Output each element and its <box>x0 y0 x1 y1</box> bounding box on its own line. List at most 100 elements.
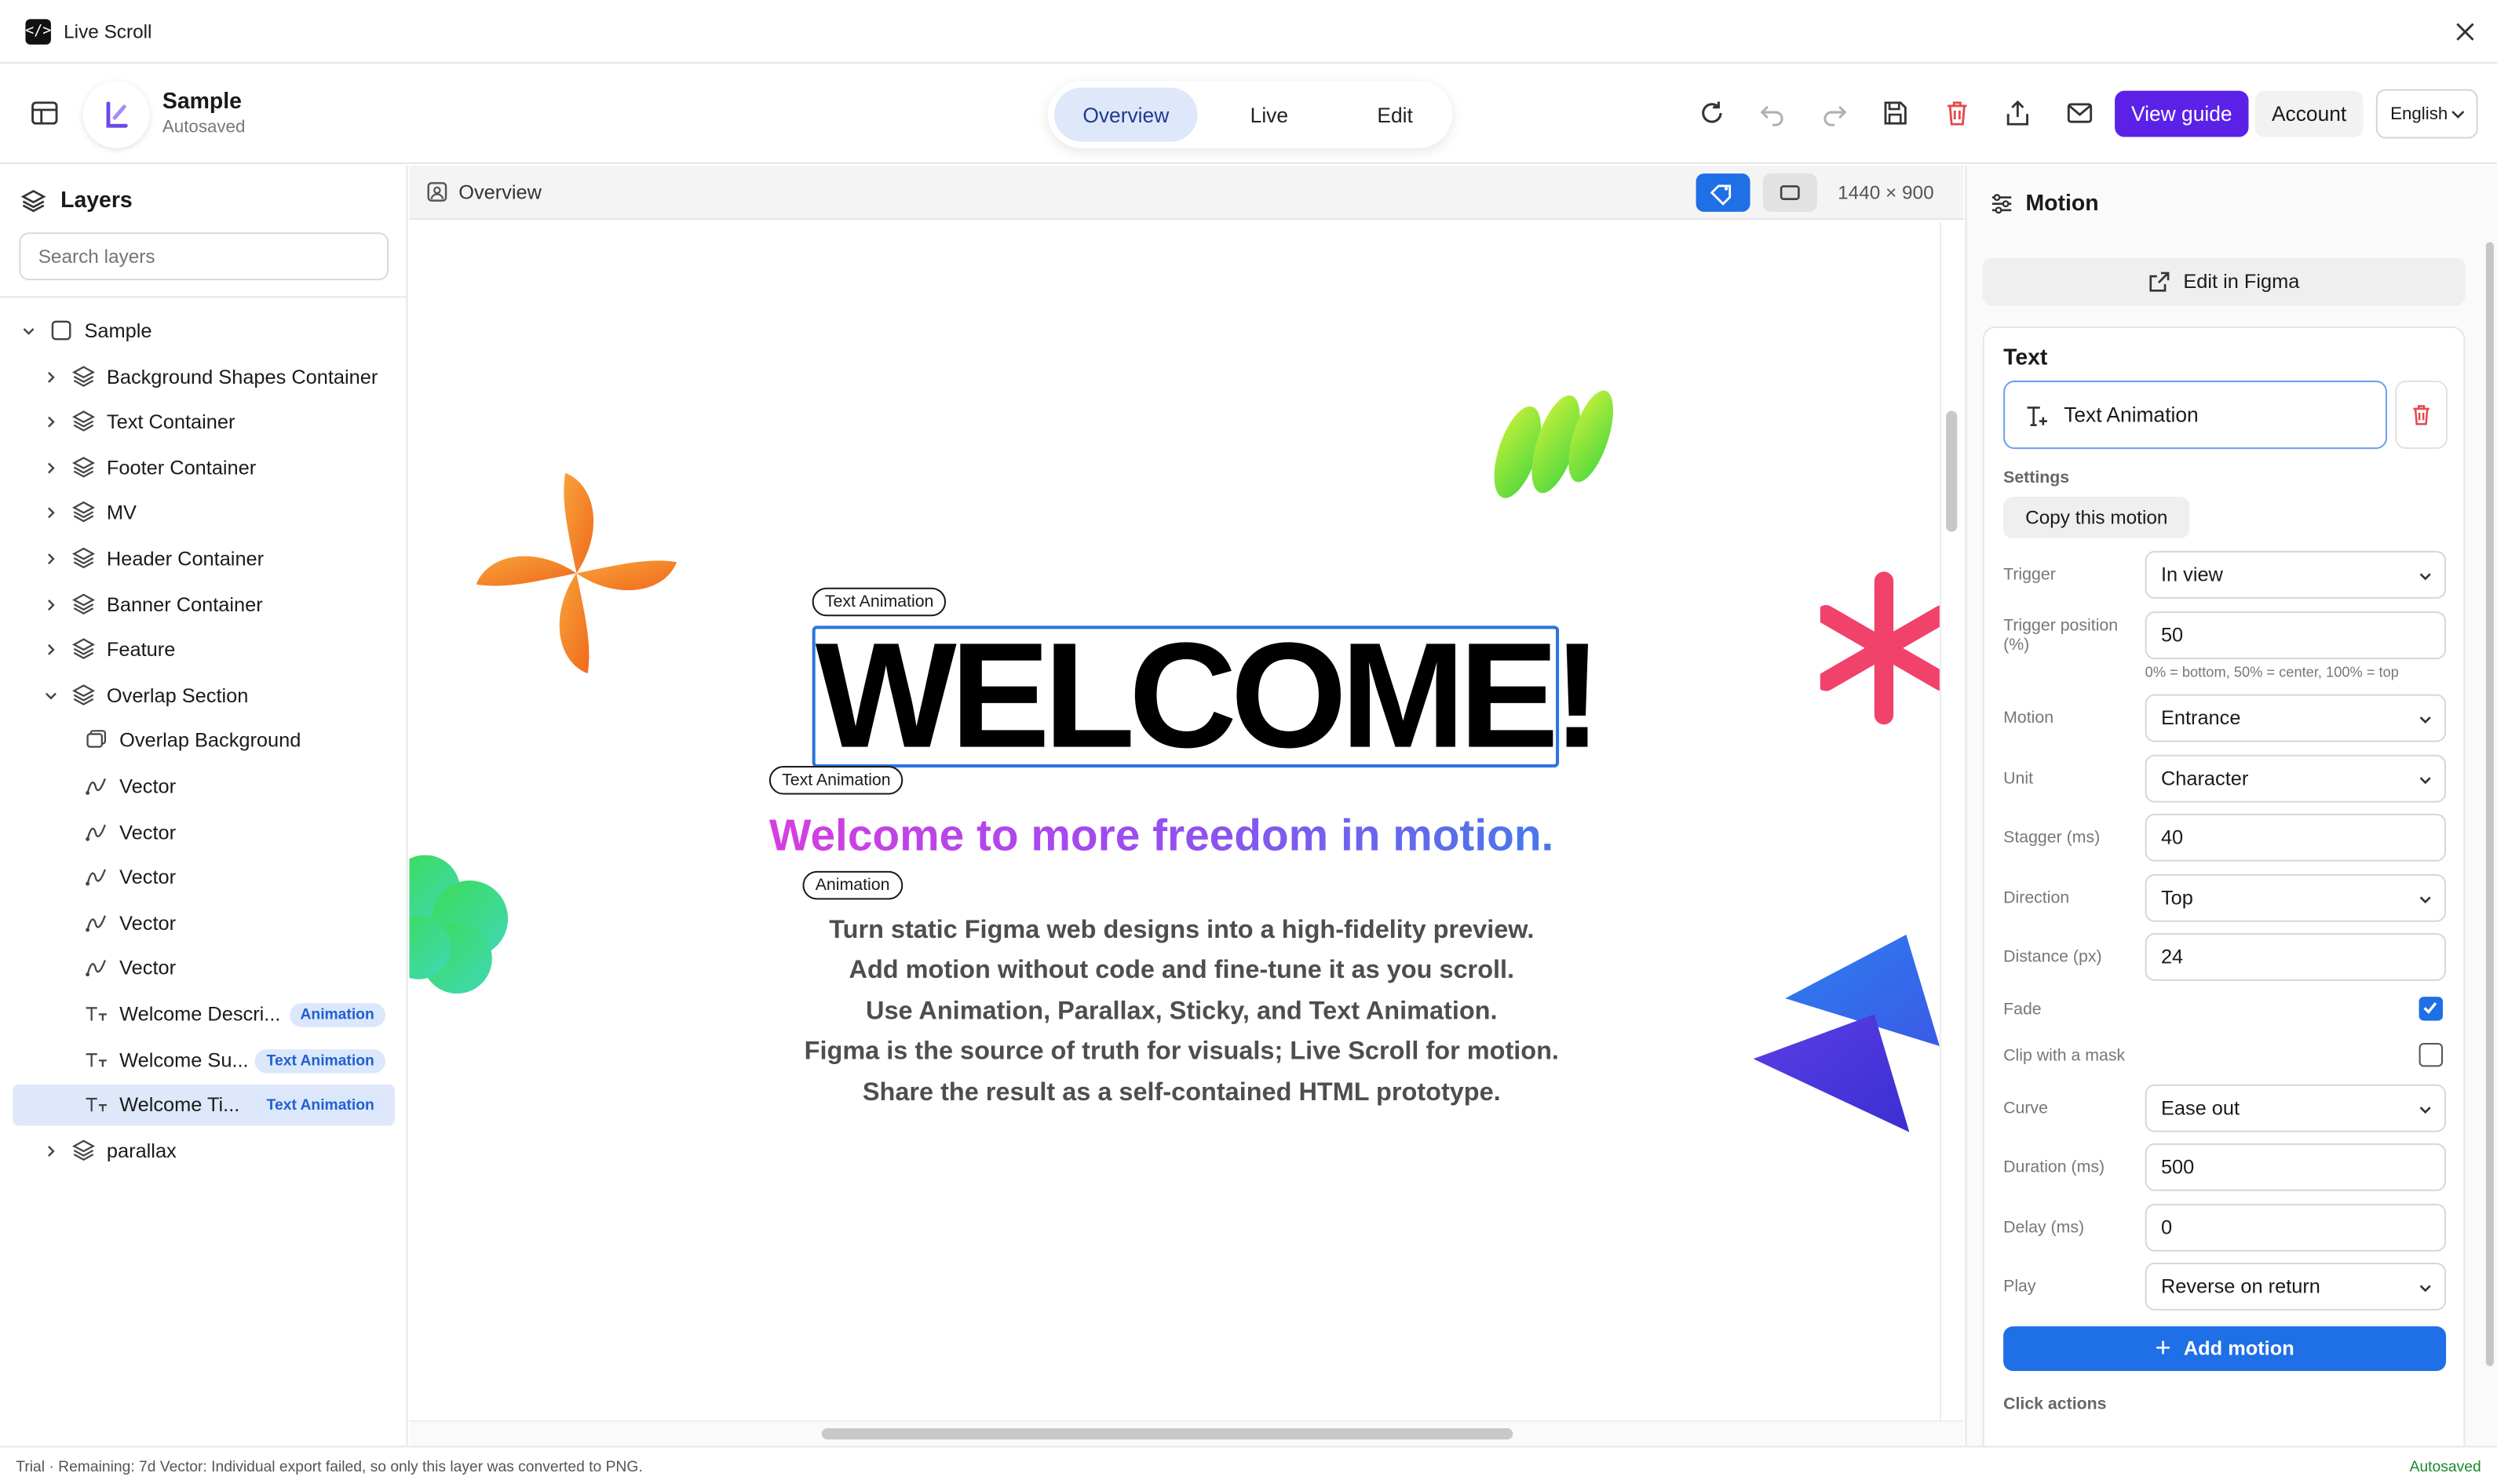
layers-icon <box>71 1139 96 1161</box>
clip-mask-checkbox[interactable] <box>2419 1042 2444 1067</box>
layer-row[interactable]: MV <box>13 493 395 534</box>
green-flower-shape <box>409 855 509 994</box>
layers-panel: Layers Sample Background Shapes Container… <box>0 166 408 1446</box>
description-line: Use Animation, Parallax, Sticky, and Tex… <box>866 997 1498 1026</box>
chevron-down-icon[interactable] <box>20 323 36 339</box>
chevron-down-icon <box>2419 777 2431 785</box>
preview-canvas[interactable]: Text Animation WELCOME! Text Animation W… <box>409 221 1940 1420</box>
unit-label: Unit <box>2003 769 2034 789</box>
motion-section-title: Text <box>2003 344 2048 370</box>
undo-icon[interactable] <box>1758 99 1787 128</box>
stagger-input[interactable]: 40 <box>2145 813 2447 862</box>
chevron-down-icon <box>2419 896 2431 904</box>
chevron-right-icon[interactable] <box>43 596 59 612</box>
tab-live[interactable]: Live <box>1207 88 1331 142</box>
play-select[interactable]: Reverse on return <box>2145 1262 2447 1311</box>
sidebar-toggle-icon[interactable] <box>29 97 61 129</box>
layer-row[interactable]: parallax <box>13 1130 395 1172</box>
chevron-down-icon[interactable] <box>43 687 59 703</box>
add-motion-button[interactable]: + Add motion <box>2003 1326 2447 1371</box>
layer-row[interactable]: Banner Container <box>13 584 395 625</box>
chevron-right-icon[interactable] <box>43 505 59 521</box>
layer-row[interactable]: Welcome Su... Text Animation <box>13 1039 395 1081</box>
share-icon[interactable] <box>2003 99 2032 128</box>
mail-icon[interactable] <box>2065 99 2094 128</box>
fade-label: Fade <box>2003 1000 2042 1019</box>
layer-row[interactable]: Header Container <box>13 538 395 580</box>
animation-badge: Text Animation <box>255 1048 385 1073</box>
layers-icon <box>71 365 96 387</box>
frame-toggle-button[interactable] <box>1762 173 1817 212</box>
stagger-label: Stagger (ms) <box>2003 828 2101 848</box>
layer-search-input[interactable] <box>19 232 389 281</box>
layer-row[interactable]: Overlap Background <box>13 720 395 762</box>
layer-row[interactable]: Sample <box>13 311 395 352</box>
trigger-position-value: 50 <box>2160 624 2184 647</box>
direction-select[interactable]: Top <box>2145 873 2447 922</box>
chevron-right-icon[interactable] <box>43 551 59 567</box>
language-select[interactable]: English <box>2375 89 2478 139</box>
layer-row[interactable]: Footer Container <box>13 447 395 489</box>
layer-tag-subtitle[interactable]: Text Animation <box>768 765 904 795</box>
layer-row[interactable]: Vector <box>13 902 395 944</box>
distance-input[interactable]: 24 <box>2145 932 2447 981</box>
tag-toggle-button[interactable] <box>1696 173 1750 212</box>
text-icon <box>86 1098 107 1112</box>
chevron-right-icon[interactable] <box>43 642 59 658</box>
copy-motion-button[interactable]: Copy this motion <box>2003 497 2190 538</box>
preview-frame-icon <box>427 182 447 202</box>
welcome-title-selection[interactable]: WELCOME! <box>812 618 1602 771</box>
selected-motion-item[interactable]: Text Animation <box>2003 380 2388 450</box>
layer-row[interactable]: Background Shapes Container <box>13 356 395 398</box>
duration-input[interactable]: 500 <box>2145 1143 2447 1191</box>
layer-row[interactable]: Welcome Descri... Animation <box>13 994 395 1035</box>
edit-in-figma-button[interactable]: Edit in Figma <box>1982 257 2466 306</box>
layer-row[interactable]: Text Container <box>13 402 395 443</box>
chevron-right-icon[interactable] <box>43 414 59 430</box>
tag-icon <box>1710 184 1732 206</box>
motion-type-select[interactable]: Entrance <box>2145 694 2447 742</box>
unit-select[interactable]: Character <box>2145 754 2447 803</box>
selected-motion-label: Text Animation <box>2064 403 2199 427</box>
curve-select[interactable]: Ease out <box>2145 1084 2447 1132</box>
frame-icon <box>51 320 71 341</box>
language-value: English <box>2390 104 2448 124</box>
trash-icon[interactable] <box>1943 99 1972 128</box>
app-code-icon: </> <box>25 18 51 44</box>
layers-icon <box>71 501 96 523</box>
layers-icon <box>20 189 46 213</box>
fade-checkbox[interactable] <box>2419 997 2444 1021</box>
motion-panel-scroll-thumb[interactable] <box>2485 242 2494 1366</box>
close-icon[interactable] <box>2452 19 2477 44</box>
view-guide-button[interactable]: View guide <box>2115 90 2249 137</box>
layer-row[interactable]: Vector <box>13 857 395 899</box>
redo-icon[interactable] <box>1820 99 1849 128</box>
save-icon[interactable] <box>1881 99 1910 128</box>
tab-overview[interactable]: Overview <box>1053 87 1198 142</box>
canvas-horizontal-scroll-thumb[interactable] <box>821 1428 1513 1440</box>
delay-label: Delay (ms) <box>2003 1218 2085 1238</box>
checkmark-icon <box>2423 1002 2437 1014</box>
canvas-vertical-scrollbar[interactable] <box>1939 221 1964 1420</box>
trigger-select[interactable]: In view <box>2145 551 2447 599</box>
layer-row[interactable]: Overlap Section <box>13 675 395 716</box>
frame-icon <box>1780 185 1800 200</box>
refresh-icon[interactable] <box>1698 99 1727 128</box>
delay-input[interactable]: 0 <box>2145 1203 2447 1252</box>
chevron-right-icon[interactable] <box>43 1143 59 1158</box>
layer-row[interactable]: Vector <box>13 948 395 990</box>
unit-value: Character <box>2160 767 2249 790</box>
tab-edit[interactable]: Edit <box>1334 88 1455 142</box>
layer-row[interactable]: Feature <box>13 629 395 671</box>
layer-row[interactable]: Welcome Ti... Text Animation <box>13 1085 396 1126</box>
layer-row[interactable]: Vector <box>13 811 395 853</box>
canvas-vertical-scroll-thumb[interactable] <box>1946 410 1958 532</box>
layer-tag-description[interactable]: Animation <box>802 870 903 900</box>
delete-motion-button[interactable] <box>2395 380 2448 450</box>
trigger-position-input[interactable]: 50 <box>2145 611 2447 660</box>
chevron-right-icon[interactable] <box>43 369 59 385</box>
settings-label: Settings <box>2003 468 2070 487</box>
account-button[interactable]: Account <box>2254 90 2364 137</box>
layer-row[interactable]: Vector <box>13 766 395 808</box>
chevron-right-icon[interactable] <box>43 460 59 476</box>
